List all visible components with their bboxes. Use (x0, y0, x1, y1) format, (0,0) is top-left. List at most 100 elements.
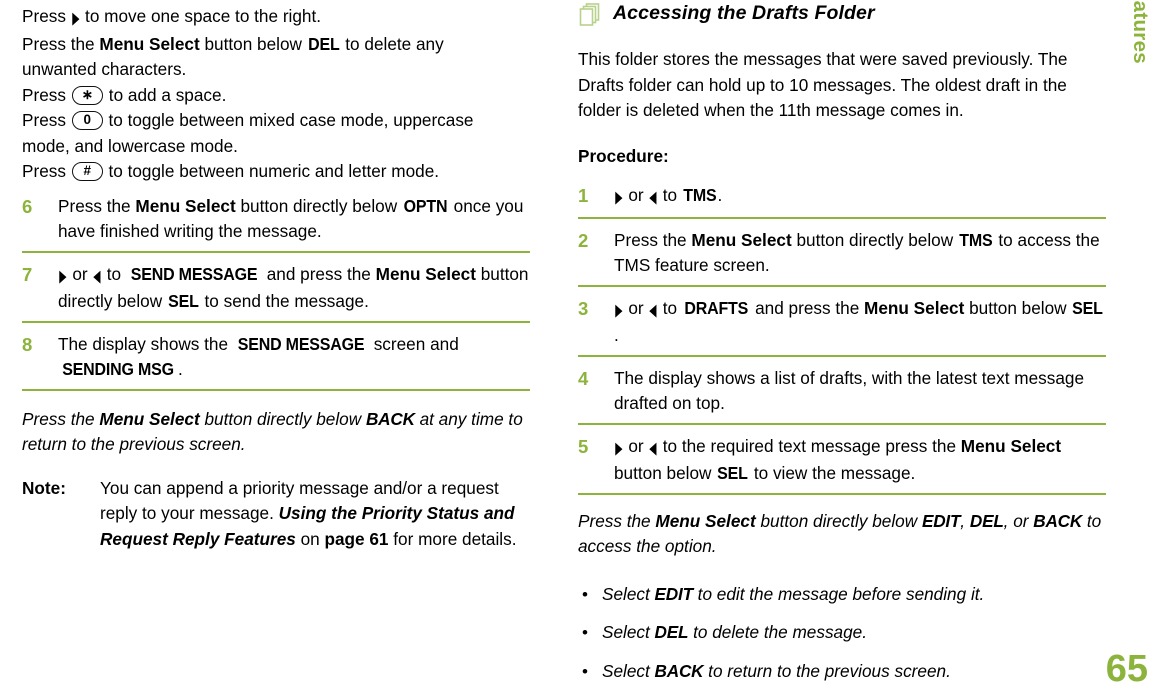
section-heading: Accessing the Drafts Folder (578, 2, 1106, 28)
arrow-right-icon: ▶ (71, 8, 80, 28)
screen-word-tms: TMS (683, 185, 717, 205)
screen-word-sel: SEL (717, 463, 748, 483)
text: to return to the previous screen. (703, 660, 951, 681)
key-hash: # (71, 162, 103, 181)
text: to toggle between numeric and letter mod… (103, 161, 440, 181)
intro-line-2: Press the Menu Select button below DEL t… (22, 34, 444, 54)
text: . (717, 185, 723, 205)
intro-line-6: mode, and lowercase mode. (22, 135, 238, 156)
step-text: ▶ or ◀ to DRAFTS and press the Menu Sele… (614, 296, 1106, 349)
text: button below (964, 297, 1072, 318)
manual-page: Press ▶ to move one space to the right. … (0, 0, 1163, 697)
text: The display shows the (58, 333, 233, 354)
step-text: Press the Menu Select button directly be… (58, 194, 530, 245)
text: Select (602, 622, 655, 642)
arrow-right-icon: ▶ (59, 266, 67, 286)
note-block: Note: You can append a priority message … (22, 476, 530, 553)
key-zero: 0 (71, 111, 103, 130)
text: button below (199, 33, 307, 54)
text: and press the (750, 297, 865, 318)
screen-word-sel: SEL (168, 291, 199, 311)
right-column: Accessing the Drafts Folder This folder … (578, 2, 1106, 697)
screen-word-optn: OPTN (403, 195, 448, 216)
left-column: Press ▶ to move one space to the right. … (22, 4, 530, 552)
menu-select-label: Menu Select (864, 297, 965, 318)
left-callout: Press the Menu Select button directly be… (22, 407, 530, 458)
key-star: ∗ (71, 85, 104, 105)
text: to (657, 297, 682, 318)
list-item: Select DEL to delete the message. (578, 620, 1106, 646)
step-number: 2 (578, 229, 589, 251)
screen-word-back: BACK (1033, 510, 1083, 531)
right-steps-list: 1 ▶ or ◀ to TMS. 2 Press the Menu Select… (578, 183, 1106, 495)
text: to the required text message press the (657, 435, 961, 456)
text: to delete any (340, 33, 444, 54)
text: Select (602, 583, 655, 604)
menu-select-label: Menu Select (135, 195, 236, 216)
step-item: 3 ▶ or ◀ to DRAFTS and press the Menu Se… (578, 296, 1106, 357)
step-item: 1 ▶ or ◀ to TMS. (578, 183, 1106, 219)
text: . (614, 325, 619, 345)
text: button directly below (755, 510, 922, 531)
text: for more details. (388, 528, 517, 549)
step-text: ▶ or ◀ to the required text message pres… (614, 434, 1106, 487)
text: Press (22, 84, 71, 105)
screen-word-sending-msg: SENDING MSG (62, 359, 174, 379)
step-text: Press the Menu Select button directly be… (614, 228, 1106, 279)
text: to delete the message. (688, 622, 868, 642)
text: or (623, 435, 649, 456)
text: Press the (22, 408, 100, 429)
stacked-pages-icon (578, 3, 601, 28)
arrow-right-icon: ▶ (615, 438, 623, 458)
step-text: The display shows a list of drafts, with… (614, 367, 1085, 414)
step-item: 2 Press the Menu Select button directly … (578, 228, 1106, 287)
step-number: 6 (22, 195, 33, 217)
step-number: 3 (578, 297, 589, 319)
right-callout: Press the Menu Select button directly be… (578, 509, 1106, 560)
screen-word-send-message: SEND MESSAGE (130, 263, 258, 284)
section-title: Accessing the Drafts Folder (613, 2, 875, 24)
screen-word-del: DEL (654, 622, 689, 642)
text: Press the (58, 195, 136, 216)
screen-word-back: BACK (654, 660, 704, 681)
step-number: 1 (578, 185, 589, 206)
text: button below (614, 463, 717, 483)
screen-word-drafts: DRAFTS (684, 297, 748, 318)
intro-line-7: Press # to toggle between numeric and le… (22, 161, 439, 181)
step-item: 6 Press the Menu Select button directly … (22, 194, 530, 253)
note-text: You can append a priority message and/or… (100, 476, 530, 553)
step-item: 8 The display shows the SEND MESSAGE scr… (22, 332, 530, 391)
step-number: 4 (578, 367, 589, 389)
intro-line-5: Press 0 to toggle between mixed case mod… (22, 110, 473, 130)
text: Press (22, 161, 71, 181)
screen-word-del: DEL (969, 510, 1004, 531)
page-reference: page 61 (324, 528, 389, 549)
chapter-label: Advanced Features (1128, 0, 1152, 64)
text: and press the (261, 263, 376, 284)
text: to add a space. (104, 84, 227, 105)
text: Press the (614, 229, 692, 250)
intro-line-4: Press ∗ to add a space. (22, 85, 226, 105)
chapter-side-tab: Advanced Features 65 (1106, 0, 1163, 697)
step-item: 5 ▶ or ◀ to the required text message pr… (578, 434, 1106, 495)
left-steps-list: 6 Press the Menu Select button directly … (22, 194, 530, 391)
step-text: ▶ or ◀ to TMS. (614, 183, 1106, 211)
arrow-right-icon: ▶ (615, 300, 623, 320)
procedure-label: Procedure: (578, 145, 669, 166)
text: to edit the message before sending it. (692, 583, 985, 604)
text: button directly below (791, 229, 958, 250)
intro-line-3: unwanted characters. (22, 59, 187, 79)
screen-word-back: BACK (365, 408, 415, 429)
text: Press the (22, 33, 100, 54)
step-text: The display shows the SEND MESSAGE scree… (58, 332, 530, 383)
step-number: 7 (22, 263, 33, 285)
screen-word-edit: EDIT (921, 510, 961, 531)
text: or (623, 297, 649, 318)
screen-word-tms: TMS (959, 229, 993, 250)
list-item: Select BACK to return to the previous sc… (578, 659, 1106, 685)
step-item: 7 ▶ or ◀ to SEND MESSAGE and press the M… (22, 262, 530, 323)
text: Press the (578, 510, 656, 531)
text: , or (1003, 510, 1034, 531)
arrow-left-icon: ◀ (649, 438, 657, 458)
screen-word-sel: SEL (1072, 297, 1104, 318)
